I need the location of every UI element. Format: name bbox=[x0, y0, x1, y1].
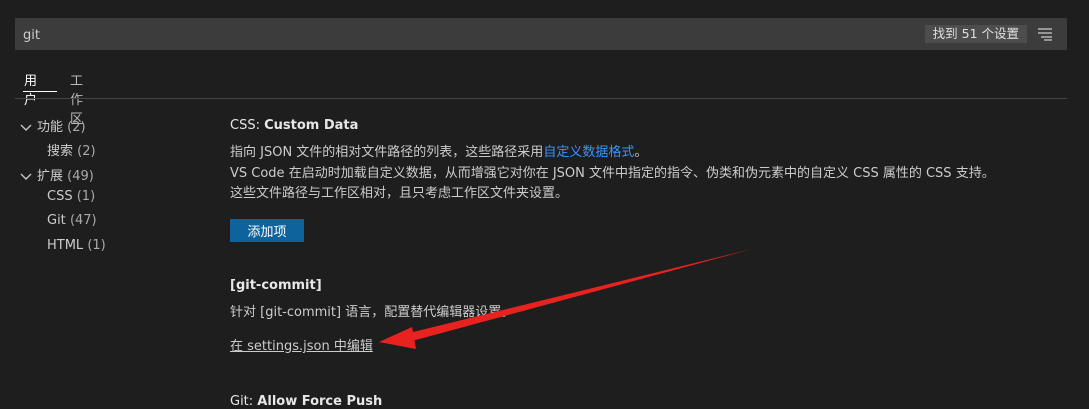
toc-label: HTML bbox=[47, 238, 84, 253]
edit-in-settings-json-link[interactable]: 在 settings.json 中编辑 bbox=[230, 335, 373, 354]
setting-title-git-commit: [git-commit] bbox=[230, 278, 322, 293]
filter-list-icon[interactable] bbox=[1037, 27, 1053, 41]
toc-label: CSS bbox=[47, 189, 73, 204]
search-result-count-badge: 找到 51 个设置 bbox=[924, 25, 1027, 43]
setting-name: Custom Data bbox=[264, 118, 359, 133]
toc-label: 扩展 bbox=[37, 169, 64, 184]
tab-user[interactable]: 用户 bbox=[24, 70, 37, 108]
toc-item-css[interactable]: CSS (1) bbox=[47, 189, 95, 204]
active-tab-indicator bbox=[23, 91, 57, 92]
setting-title-git-allow-force-push: Git: Allow Force Push bbox=[230, 394, 382, 409]
toc-item-html[interactable]: HTML (1) bbox=[47, 238, 106, 253]
toc-count: (47) bbox=[69, 213, 97, 228]
toc-count: (2) bbox=[77, 144, 96, 159]
setting-category: CSS: bbox=[230, 118, 265, 133]
toc-count: (49) bbox=[67, 169, 94, 184]
toc-item-search[interactable]: 搜索 (2) bbox=[47, 140, 96, 159]
chevron-down-icon bbox=[20, 124, 32, 131]
toc-count: (2) bbox=[67, 120, 86, 135]
description-text: 。 bbox=[634, 145, 648, 160]
setting-title-css-custom-data: CSS: Custom Data bbox=[230, 118, 358, 133]
toc-item-features[interactable]: 功能 (2) bbox=[19, 116, 86, 135]
setting-description-line: 指向 JSON 文件的相对文件路径的列表，这些路径采用自定义数据格式。 bbox=[230, 141, 647, 160]
setting-name: Allow Force Push bbox=[257, 394, 383, 409]
description-text: 指向 JSON 文件的相对文件路径的列表，这些路径采用 bbox=[230, 145, 544, 160]
setting-description-line: 针对 [git-commit] 语言，配置替代编辑器设置。 bbox=[230, 305, 515, 320]
annotation-arrow-head bbox=[379, 327, 416, 349]
toc-label: 搜索 bbox=[47, 144, 74, 159]
toc-item-extensions[interactable]: 扩展 (49) bbox=[19, 165, 94, 184]
setting-description-line: VS Code 在启动时加载自定义数据，从而增强它对你在 JSON 文件中指定的… bbox=[230, 166, 995, 181]
settings-search-input[interactable] bbox=[21, 24, 885, 46]
add-item-button[interactable]: 添加项 bbox=[230, 219, 304, 242]
setting-description-line: 这些文件路径与工作区相对，且只考虑工作区文件夹设置。 bbox=[230, 186, 569, 201]
setting-category: Git: bbox=[230, 394, 258, 409]
header-divider bbox=[15, 98, 1067, 99]
annotation-arrow bbox=[379, 249, 752, 349]
setting-name: [git-commit] bbox=[230, 278, 322, 293]
chevron-down-icon bbox=[20, 173, 32, 180]
toc-label: 功能 bbox=[37, 120, 64, 135]
toc-label: Git bbox=[47, 213, 66, 228]
toc-count: (1) bbox=[76, 189, 96, 204]
custom-data-format-link[interactable]: 自定义数据格式 bbox=[543, 145, 634, 160]
toc-count: (1) bbox=[87, 238, 106, 253]
annotation-arrow-shaft bbox=[409, 249, 752, 341]
toc-item-git[interactable]: Git (47) bbox=[47, 213, 97, 228]
settings-search-bar: 找到 51 个设置 bbox=[15, 18, 1067, 50]
